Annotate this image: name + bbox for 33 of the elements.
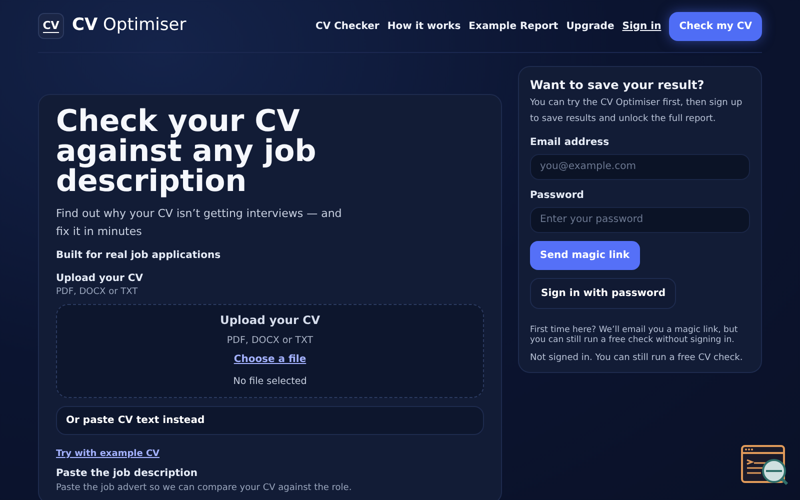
logo-icon: CV — [38, 13, 64, 39]
nav-link[interactable]: How it works — [387, 18, 461, 34]
tagline: Built for real job applications — [56, 249, 222, 264]
field-label: Paste the job description — [56, 467, 198, 482]
email-field[interactable]: you@example.com — [530, 154, 750, 180]
example-cv-link[interactable]: Try with example CV — [56, 448, 160, 459]
nav-link[interactable]: Upgrade — [566, 18, 614, 34]
nav-link[interactable]: Example Report — [468, 18, 558, 34]
subtitle: Find out why your CV isn’t getting interviews — and fix it in minutes — [56, 206, 343, 240]
send-magic-link-button[interactable]: Send magic link — [530, 240, 640, 270]
check-cv-button[interactable]: Check my CV — [669, 12, 762, 40]
field-hint: Paste the job advert so we can compare your CV against the role. — [56, 482, 353, 496]
card-title: Want to save your result? — [530, 78, 706, 92]
file-status: No file selected — [233, 374, 307, 389]
browser-search-icon[interactable] — [740, 443, 790, 487]
brand-name[interactable]: CV Optimiser — [72, 13, 186, 39]
field-hint: PDF, DOCX or TXT — [56, 286, 139, 300]
file-drop-zone[interactable]: Upload your CV PDF, DOCX or TXT Choose a file No file selected — [56, 304, 484, 398]
drop-zone-title: Upload your CV — [220, 312, 320, 330]
choose-file-link[interactable]: Choose a file — [234, 352, 306, 367]
sign-in-status: Not signed in. You can still run a free CV check. — [530, 353, 744, 364]
password-field[interactable]: Enter your password — [530, 206, 750, 233]
page-heading: Check your CV against any job description — [56, 107, 318, 197]
paste-text-toggle[interactable]: Or paste CV text instead — [56, 406, 484, 435]
card-intro: You can try the CV Optimiser first, then sign up to save results and unlock the full report. — [530, 97, 744, 126]
drop-zone-hint: PDF, DOCX or TXT — [226, 334, 314, 348]
nav-link[interactable]: CV Checker — [316, 18, 380, 34]
field-label: Upload your CV — [56, 272, 144, 286]
field-label: Password — [530, 188, 585, 203]
nav-link[interactable]: Sign in — [622, 18, 662, 34]
sign-in-button[interactable]: Sign in with password — [530, 278, 676, 309]
info-note: First time here? We’ll email you a magic link, but you can still run a free check without signing in. — [530, 324, 739, 346]
field-label: Email address — [530, 136, 610, 150]
